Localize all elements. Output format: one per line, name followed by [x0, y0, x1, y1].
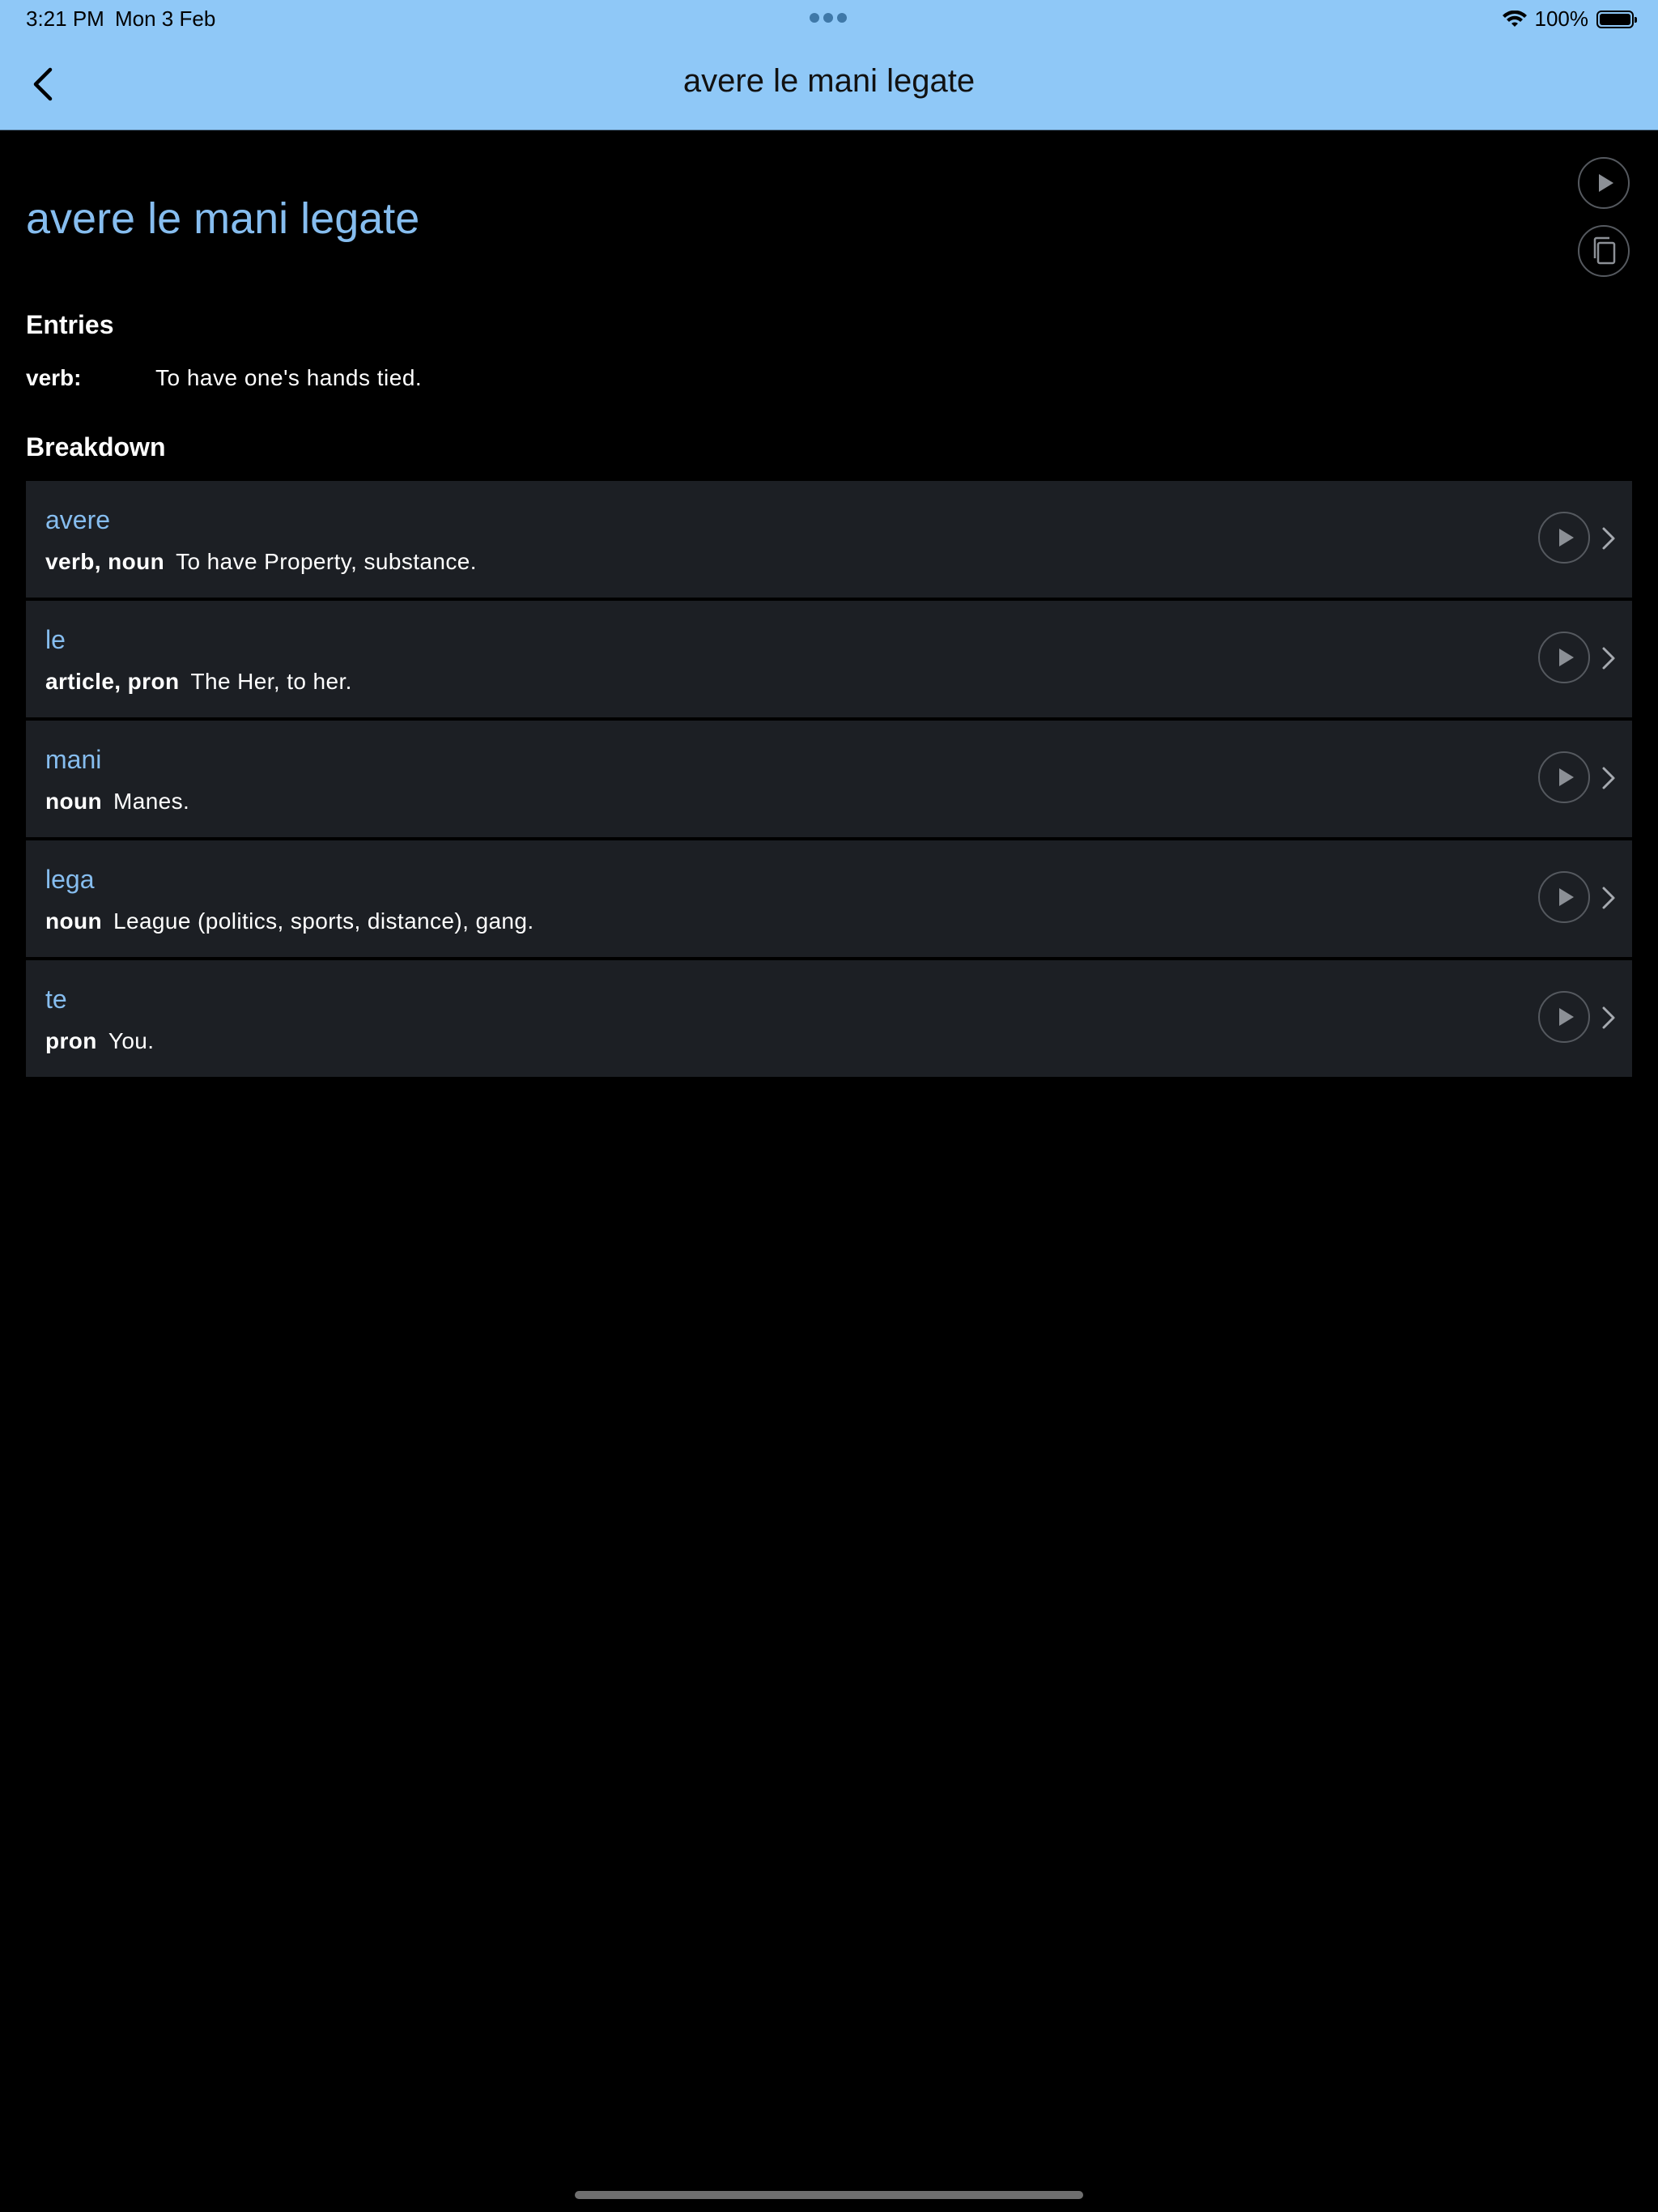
breakdown-meaning: article, pron The Her, to her. [45, 669, 352, 695]
play-icon [1559, 529, 1574, 547]
chevron-right-icon [1602, 527, 1615, 550]
entry-pos: verb: [26, 365, 82, 390]
breakdown-pos: verb, noun [45, 549, 165, 574]
breakdown-row-avere[interactable]: avere verb, noun To have Property, substa… [26, 481, 1632, 598]
breakdown-row-mani[interactable]: mani noun Manes. [26, 721, 1632, 837]
breakdown-heading: Breakdown [26, 432, 166, 462]
breakdown-pos: noun [45, 908, 103, 934]
play-icon [1559, 888, 1574, 906]
breakdown-pos: article, pron [45, 669, 180, 694]
chevron-right-icon [1602, 887, 1615, 909]
breakdown-meaning: noun Manes. [45, 789, 189, 815]
breakdown-definition: You. [108, 1028, 155, 1053]
play-button[interactable] [1538, 751, 1590, 803]
breakdown-definition: League (politics, sports, distance), gan… [113, 908, 534, 934]
breakdown-definition: Manes. [113, 789, 190, 814]
nav-title: avere le mani legate [682, 63, 976, 99]
breakdown-row-le[interactable]: le article, pron The Her, to her. [26, 601, 1632, 717]
breakdown-word: le [45, 625, 66, 654]
play-icon [1599, 174, 1613, 192]
play-icon [1559, 1008, 1574, 1026]
breakdown-definition: The Her, to her. [190, 669, 352, 694]
breakdown-pos: pron [45, 1028, 97, 1053]
multitasking-dots-icon[interactable] [810, 13, 847, 24]
chevron-right-icon [1602, 647, 1615, 670]
battery-percent: 100% [1534, 6, 1589, 31]
play-icon [1559, 768, 1574, 786]
breakdown-meaning: verb, noun To have Property, substance. [45, 549, 477, 575]
breakdown-word: lega [45, 865, 95, 894]
breakdown-list: avere verb, noun To have Property, substa… [26, 481, 1632, 1080]
breakdown-definition: To have Property, substance. [176, 549, 477, 574]
breakdown-word: te [45, 985, 67, 1014]
play-button[interactable] [1538, 991, 1590, 1043]
breakdown-word: mani [45, 745, 102, 774]
play-icon [1559, 649, 1574, 666]
play-button[interactable] [1538, 632, 1590, 683]
status-time: 3:21 PM [26, 6, 104, 31]
navigation-bar: 3:21 PM Mon 3 Feb 100% avere le mani leg… [0, 0, 1658, 130]
wifi-icon [1502, 10, 1527, 27]
play-button[interactable] [1538, 871, 1590, 923]
breakdown-row-te[interactable]: te pron You. [26, 960, 1632, 1077]
word-title: avere le mani legate [26, 194, 420, 243]
status-date: Mon 3 Feb [115, 6, 216, 31]
play-pronunciation-button[interactable] [1578, 157, 1630, 209]
copy-button[interactable] [1578, 225, 1630, 277]
chevron-right-icon [1602, 767, 1615, 789]
breakdown-meaning: noun League (politics, sports, distance),… [45, 908, 534, 934]
breakdown-pos: noun [45, 789, 103, 814]
entry-definition: To have one's hands tied. [155, 365, 423, 390]
battery-icon [1596, 10, 1637, 28]
chevron-right-icon [1602, 1006, 1615, 1029]
battery-fill [1600, 13, 1630, 25]
breakdown-row-lega[interactable]: lega noun League (politics, sports, dista… [26, 840, 1632, 957]
copy-icon [1593, 236, 1616, 265]
status-right: 100% [1502, 6, 1637, 32]
play-button[interactable] [1538, 512, 1590, 564]
home-indicator[interactable] [575, 2191, 1083, 2199]
breakdown-word: avere [45, 505, 111, 534]
breakdown-meaning: pron You. [45, 1028, 154, 1054]
entries-heading: Entries [26, 310, 114, 339]
